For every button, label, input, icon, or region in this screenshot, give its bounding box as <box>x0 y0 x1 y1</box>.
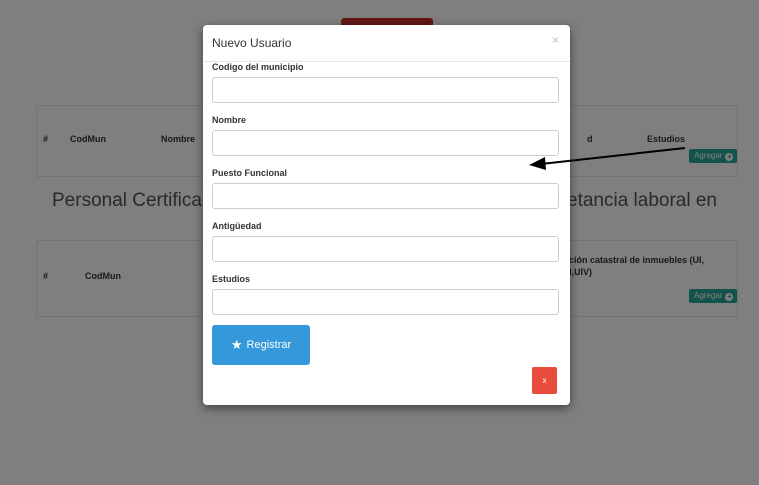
nombre-label: Nombre <box>212 115 247 125</box>
antiguedad-input[interactable] <box>212 236 559 262</box>
annotation-arrow <box>529 147 686 170</box>
antiguedad-label: Antigüedad <box>212 221 262 231</box>
registrar-label: Registrar <box>246 339 292 351</box>
star-icon: ★ <box>230 337 243 352</box>
codigo-municipio-label: Codigo del municipio <box>212 62 304 72</box>
codigo-municipio-input[interactable] <box>212 77 559 103</box>
close-icon[interactable]: × <box>552 33 559 47</box>
close-button-label: x <box>542 376 547 385</box>
puesto-funcional-input[interactable] <box>212 183 559 209</box>
nuevo-usuario-modal: Nuevo Usuario × Codigo del municipio Nom… <box>203 25 570 405</box>
modal-title: Nuevo Usuario <box>212 36 292 50</box>
registrar-button[interactable]: ★ Registrar <box>212 325 310 365</box>
modal-header: Nuevo Usuario × <box>203 25 570 62</box>
puesto-funcional-label: Puesto Funcional <box>212 168 288 178</box>
close-button[interactable]: x <box>532 367 557 394</box>
estudios-label: Estudios <box>212 274 251 284</box>
nombre-input[interactable] <box>212 130 559 156</box>
estudios-input[interactable] <box>212 289 559 315</box>
